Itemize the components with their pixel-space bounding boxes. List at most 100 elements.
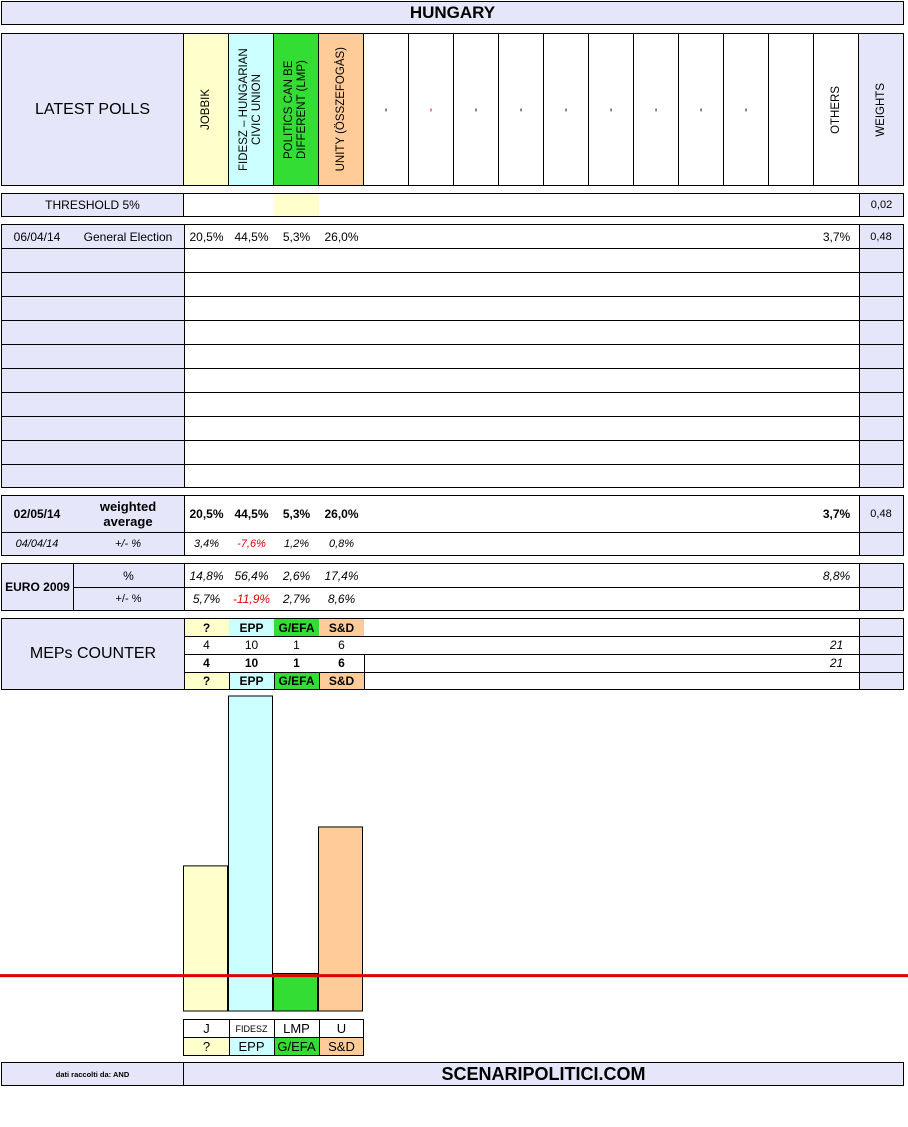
euro-diff-unity: 8,6% [327,591,356,606]
mep-count-unity: 6 [338,638,345,652]
party-header-jobbik: JOBBIK [184,34,229,185]
threshold-label: THRESHOLD 5% [2,194,184,216]
weighted-weight: 0,48 [870,508,892,520]
source-note: dati raccolti da: AND [2,1063,184,1085]
bar-fidesz [228,695,273,1012]
weighted-value-jobbik: 20,5% [189,507,224,521]
poll-value-lmp: 5,3% [282,229,311,244]
poll-value-unity: 26,0% [324,229,359,244]
latest-polls-label: LATEST POLLS [34,100,150,118]
poll-name: General Election [83,229,173,244]
chart-category-labels: J FIDESZ LMP U ? EPP G/EFA S&D [183,1019,364,1056]
party-header-empty: - [364,34,409,185]
mep-group-fidesz: EPP [239,673,264,688]
euro-diff-label: +/- % [115,592,142,605]
bar-lmp [273,972,318,1012]
threshold-highlight [274,194,319,216]
mep-projection-lmp: 1 [293,656,300,670]
party-name: - [694,107,707,112]
weighted-value-others: 3,7% [822,507,851,521]
party-header-unity: UNITY (ÖSSZEFOGÁS) [319,34,364,185]
weighted-value-unity: 26,0% [324,507,359,521]
diff-unity: 0,8% [328,537,355,550]
euro-diff-lmp: 2,7% [282,591,311,606]
weighted-date: 02/05/14 [13,507,61,521]
diff-lmp: 1,2% [283,537,310,550]
weighted-label: weighted average [99,499,157,529]
mep-group-unity: S&D [328,620,355,635]
bar-unity [318,826,363,1012]
others-header: OTHERS [814,34,859,185]
meps-counter-table: MEPs COUNTER ? EPP G/EFA S&D 4 10 1 6 21… [1,618,904,690]
party-header-empty: - [724,34,769,185]
mep-count-jobbik: 4 [203,638,210,652]
poll-value-others: 3,7% [822,229,851,244]
party-name: - [379,107,392,112]
party-name: UNITY (ÖSSZEFOGÁS) [334,47,347,172]
party-header-empty: - [544,34,589,185]
party-name: FIDESZ – HUNGARIAN CIVIC UNION [238,48,263,171]
party-name: - [649,107,662,112]
poll-value-fidesz: 44,5% [234,229,269,244]
party-header-lmp: POLITICS CAN BE DIFFERENT (LMP) [274,34,319,185]
mep-group-unity: S&D [328,673,355,688]
mep-projection-fidesz: 10 [244,656,259,670]
weights-header: WEIGHTS [859,34,903,185]
latest-polls-header: LATEST POLLS [2,34,184,185]
weighted-value-lmp: 5,3% [282,507,311,521]
party-name: JOBBIK [199,89,212,130]
euro-value-fidesz: 56,4% [234,568,269,583]
title-bar: HUNGARY [1,1,904,25]
diff-fidesz: -7,6% [237,537,266,550]
party-header-empty: - [499,34,544,185]
polls-table: 06/04/14 General Election 20,5% 44,5% 5,… [1,224,904,488]
meps-label-cell: MEPs COUNTER [2,619,184,689]
weighted-value-fidesz: 44,5% [234,507,269,521]
bar-jobbik [183,865,228,1012]
weighted-average-table: 02/05/14 weighted average 20,5% 44,5% 5,… [1,495,904,556]
euro-label: EURO 2009 [5,580,70,594]
euro-value-others: 8,8% [822,568,851,583]
party-header-empty [769,34,814,185]
euro-diff-jobbik: 5,7% [192,591,221,606]
party-header-fidesz: FIDESZ – HUNGARIAN CIVIC UNION [229,34,274,185]
site-name: SCENARIPOLITICI.COM [441,1063,646,1084]
poll-value-jobbik: 20,5% [189,229,224,244]
party-name: - [739,107,752,112]
group-label-lmp: G/EFA [277,1039,316,1054]
mep-count-fidesz: 10 [244,638,259,652]
category-label-j: J [203,1021,210,1036]
mep-count-lmp: 1 [293,638,300,652]
mep-projection-total: 21 [829,656,844,670]
party-name: - [514,107,527,112]
polls-label-column [2,225,184,487]
footer-bar: dati raccolti da: AND SCENARIPOLITICI.CO… [1,1062,904,1086]
mep-group-fidesz: EPP [239,620,264,635]
euro-value-unity: 17,4% [324,568,359,583]
mep-group-jobbik: ? [202,620,211,635]
meps-counter-label: MEPs COUNTER [29,645,157,662]
group-label-fidesz: EPP [238,1039,265,1054]
mep-group-jobbik: ? [202,673,211,688]
party-header-empty: - [409,34,454,185]
category-label-fidesz: FIDESZ [235,1023,268,1034]
euro-value-jobbik: 14,8% [189,568,224,583]
mep-projection-unity: 6 [338,656,345,670]
header-row: LATEST POLLS JOBBIK FIDESZ – HUNGARIAN C… [1,33,904,186]
category-label-lmp: LMP [283,1021,310,1036]
page-title: HUNGARY [409,3,496,22]
poll-weight: 0,48 [870,230,892,243]
threshold-weight: 0,02 [859,194,903,216]
group-label-u: S&D [328,1039,355,1054]
group-label-j: ? [202,1039,211,1054]
bar-chart [0,695,908,1012]
mep-group-lmp: G/EFA [278,620,315,635]
euro-2009-table: EURO 2009 % +/- % 14,8% 56,4% 2,6% 17,4%… [1,563,904,611]
party-header-empty: - [679,34,724,185]
weights-label: WEIGHTS [874,82,887,137]
mep-projection-jobbik: 4 [203,656,210,670]
euro-diff-fidesz: -11,9% [232,591,271,606]
party-header-empty: - [634,34,679,185]
others-label: OTHERS [829,85,842,134]
party-header-empty: - [589,34,634,185]
